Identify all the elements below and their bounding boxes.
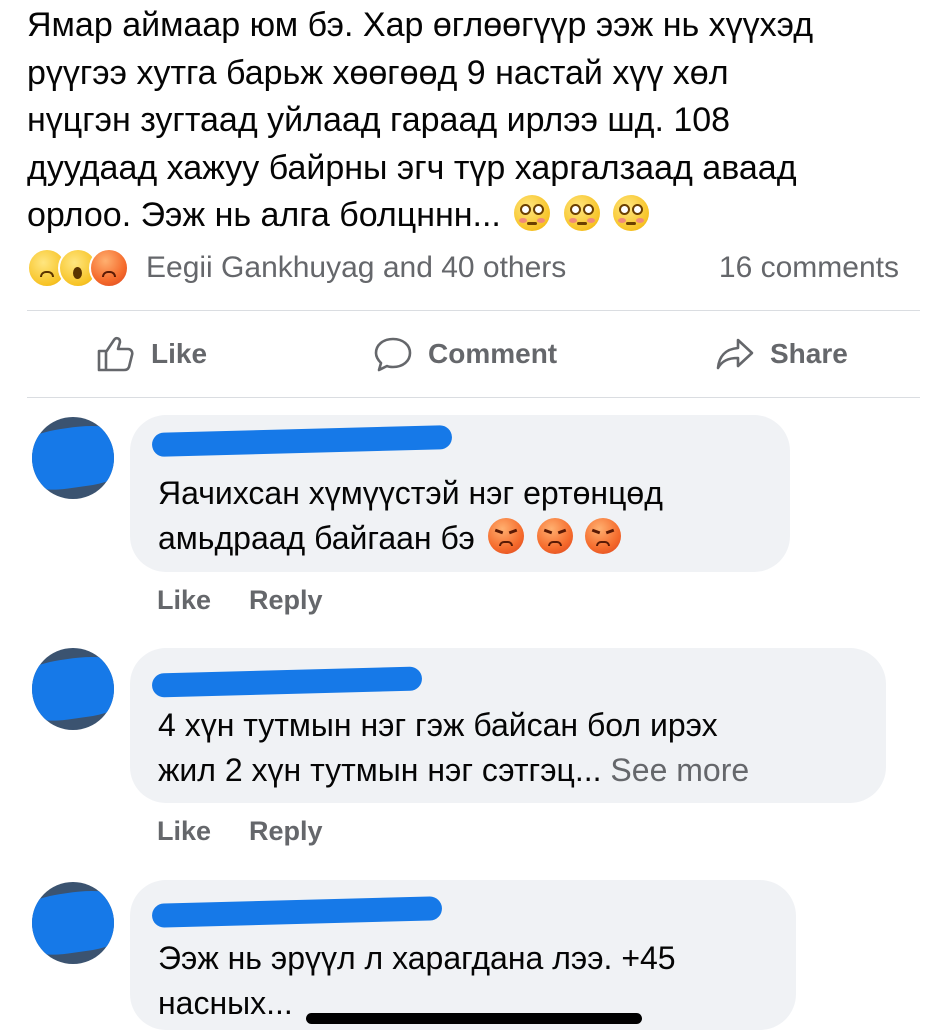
comments-count[interactable]: 16 comments: [719, 251, 899, 285]
post-line: Ямар аймаар юм бэ. Хар өглөөгүүр ээж нь …: [27, 6, 814, 44]
post-line: рүүгээ хутга барьж хөөгөөд 9 настай хүү …: [27, 53, 729, 92]
like-button[interactable]: Like: [95, 333, 207, 375]
comment-text-line: амьдраад байгаан бэ: [158, 516, 663, 561]
comment-like-button[interactable]: Like: [157, 585, 211, 616]
comment-button[interactable]: Comment: [372, 333, 557, 375]
comment-text: 4 хүн тутмын нэг гэж байсан бол ирэх: [158, 707, 718, 743]
reactions-summary[interactable]: Eegii Gankhuyag and 40 others 16 comment…: [27, 248, 927, 288]
redacted-author-name: [151, 666, 423, 698]
share-label: Share: [770, 338, 848, 369]
comment-text: Ээж нь эрүүл л харагдана лээ. +45: [158, 940, 676, 976]
flushed-face-icon: [563, 195, 600, 231]
redaction-scribble: [32, 649, 114, 727]
comment-bubble-icon: [374, 337, 412, 372]
share-arrow-icon: [716, 338, 754, 370]
comment-like-button[interactable]: Like: [157, 816, 211, 847]
post-line-last: орлоо. Ээж нь алга болцннн...: [27, 192, 932, 240]
post-action-bar: Like Comment Share: [0, 322, 947, 386]
thumbs-up-icon: [97, 336, 134, 372]
share-button[interactable]: Share: [714, 333, 848, 375]
angry-face-icon: [487, 518, 524, 554]
comment-text: жил 2 хүн тутмын нэг сэтгэц...: [158, 752, 602, 788]
angry-reaction-icon: [89, 248, 129, 288]
comment-bubble[interactable]: 4 хүн тутмын нэг гэж байсан бол ирэх жил…: [130, 648, 886, 803]
avatar[interactable]: [32, 882, 114, 964]
redaction-scribble: [32, 883, 114, 961]
angry-face-icon: [536, 518, 573, 554]
comment-text: амьдраад байгаан бэ: [158, 520, 475, 556]
divider: [27, 310, 920, 311]
comment-label: Comment: [428, 338, 558, 369]
post-line: дуудаад хажуу байрны эгч түр харгалзаад …: [27, 148, 797, 187]
comment-actions: Like Reply: [157, 816, 323, 847]
comment-text: Яачихсан хүмүүстэй нэг ертөнцөд: [158, 475, 663, 511]
post-text: Ямар аймаар юм бэ. Хар өглөөгүүр ээж нь …: [27, 2, 932, 240]
redaction-scribble: [32, 418, 114, 496]
post-line: нүцгэн зугтаад уйлаад гараад ирлээ шд. 1…: [27, 101, 731, 139]
flushed-face-icon: [514, 195, 551, 231]
redacted-author-name: [151, 896, 443, 928]
divider: [27, 397, 920, 398]
reactors-text[interactable]: Eegii Gankhuyag and 40 others: [146, 251, 566, 285]
like-label: Like: [151, 338, 208, 369]
comment-bubble[interactable]: Ээж нь эрүүл л харагдана лээ. +45 насных…: [130, 880, 796, 1030]
comment-reply-button[interactable]: Reply: [249, 816, 323, 847]
comment-actions: Like Reply: [157, 585, 323, 616]
avatar[interactable]: [32, 417, 114, 499]
flushed-face-icon: [613, 195, 650, 231]
post-line: орлоо. Ээж нь алга болцннн...: [27, 196, 501, 234]
home-indicator: [306, 1013, 642, 1024]
see-more-link[interactable]: See more: [610, 752, 749, 788]
reaction-icons[interactable]: [27, 248, 129, 288]
angry-face-icon: [585, 518, 622, 554]
avatar[interactable]: [32, 648, 114, 730]
comment-reply-button[interactable]: Reply: [249, 585, 323, 616]
redacted-author-name: [151, 425, 453, 457]
comment-text-line: жил 2 хүн тутмын нэг сэтгэц... See more: [158, 748, 749, 793]
comment-bubble[interactable]: Яачихсан хүмүүстэй нэг ертөнцөд амьдраад…: [130, 415, 790, 572]
